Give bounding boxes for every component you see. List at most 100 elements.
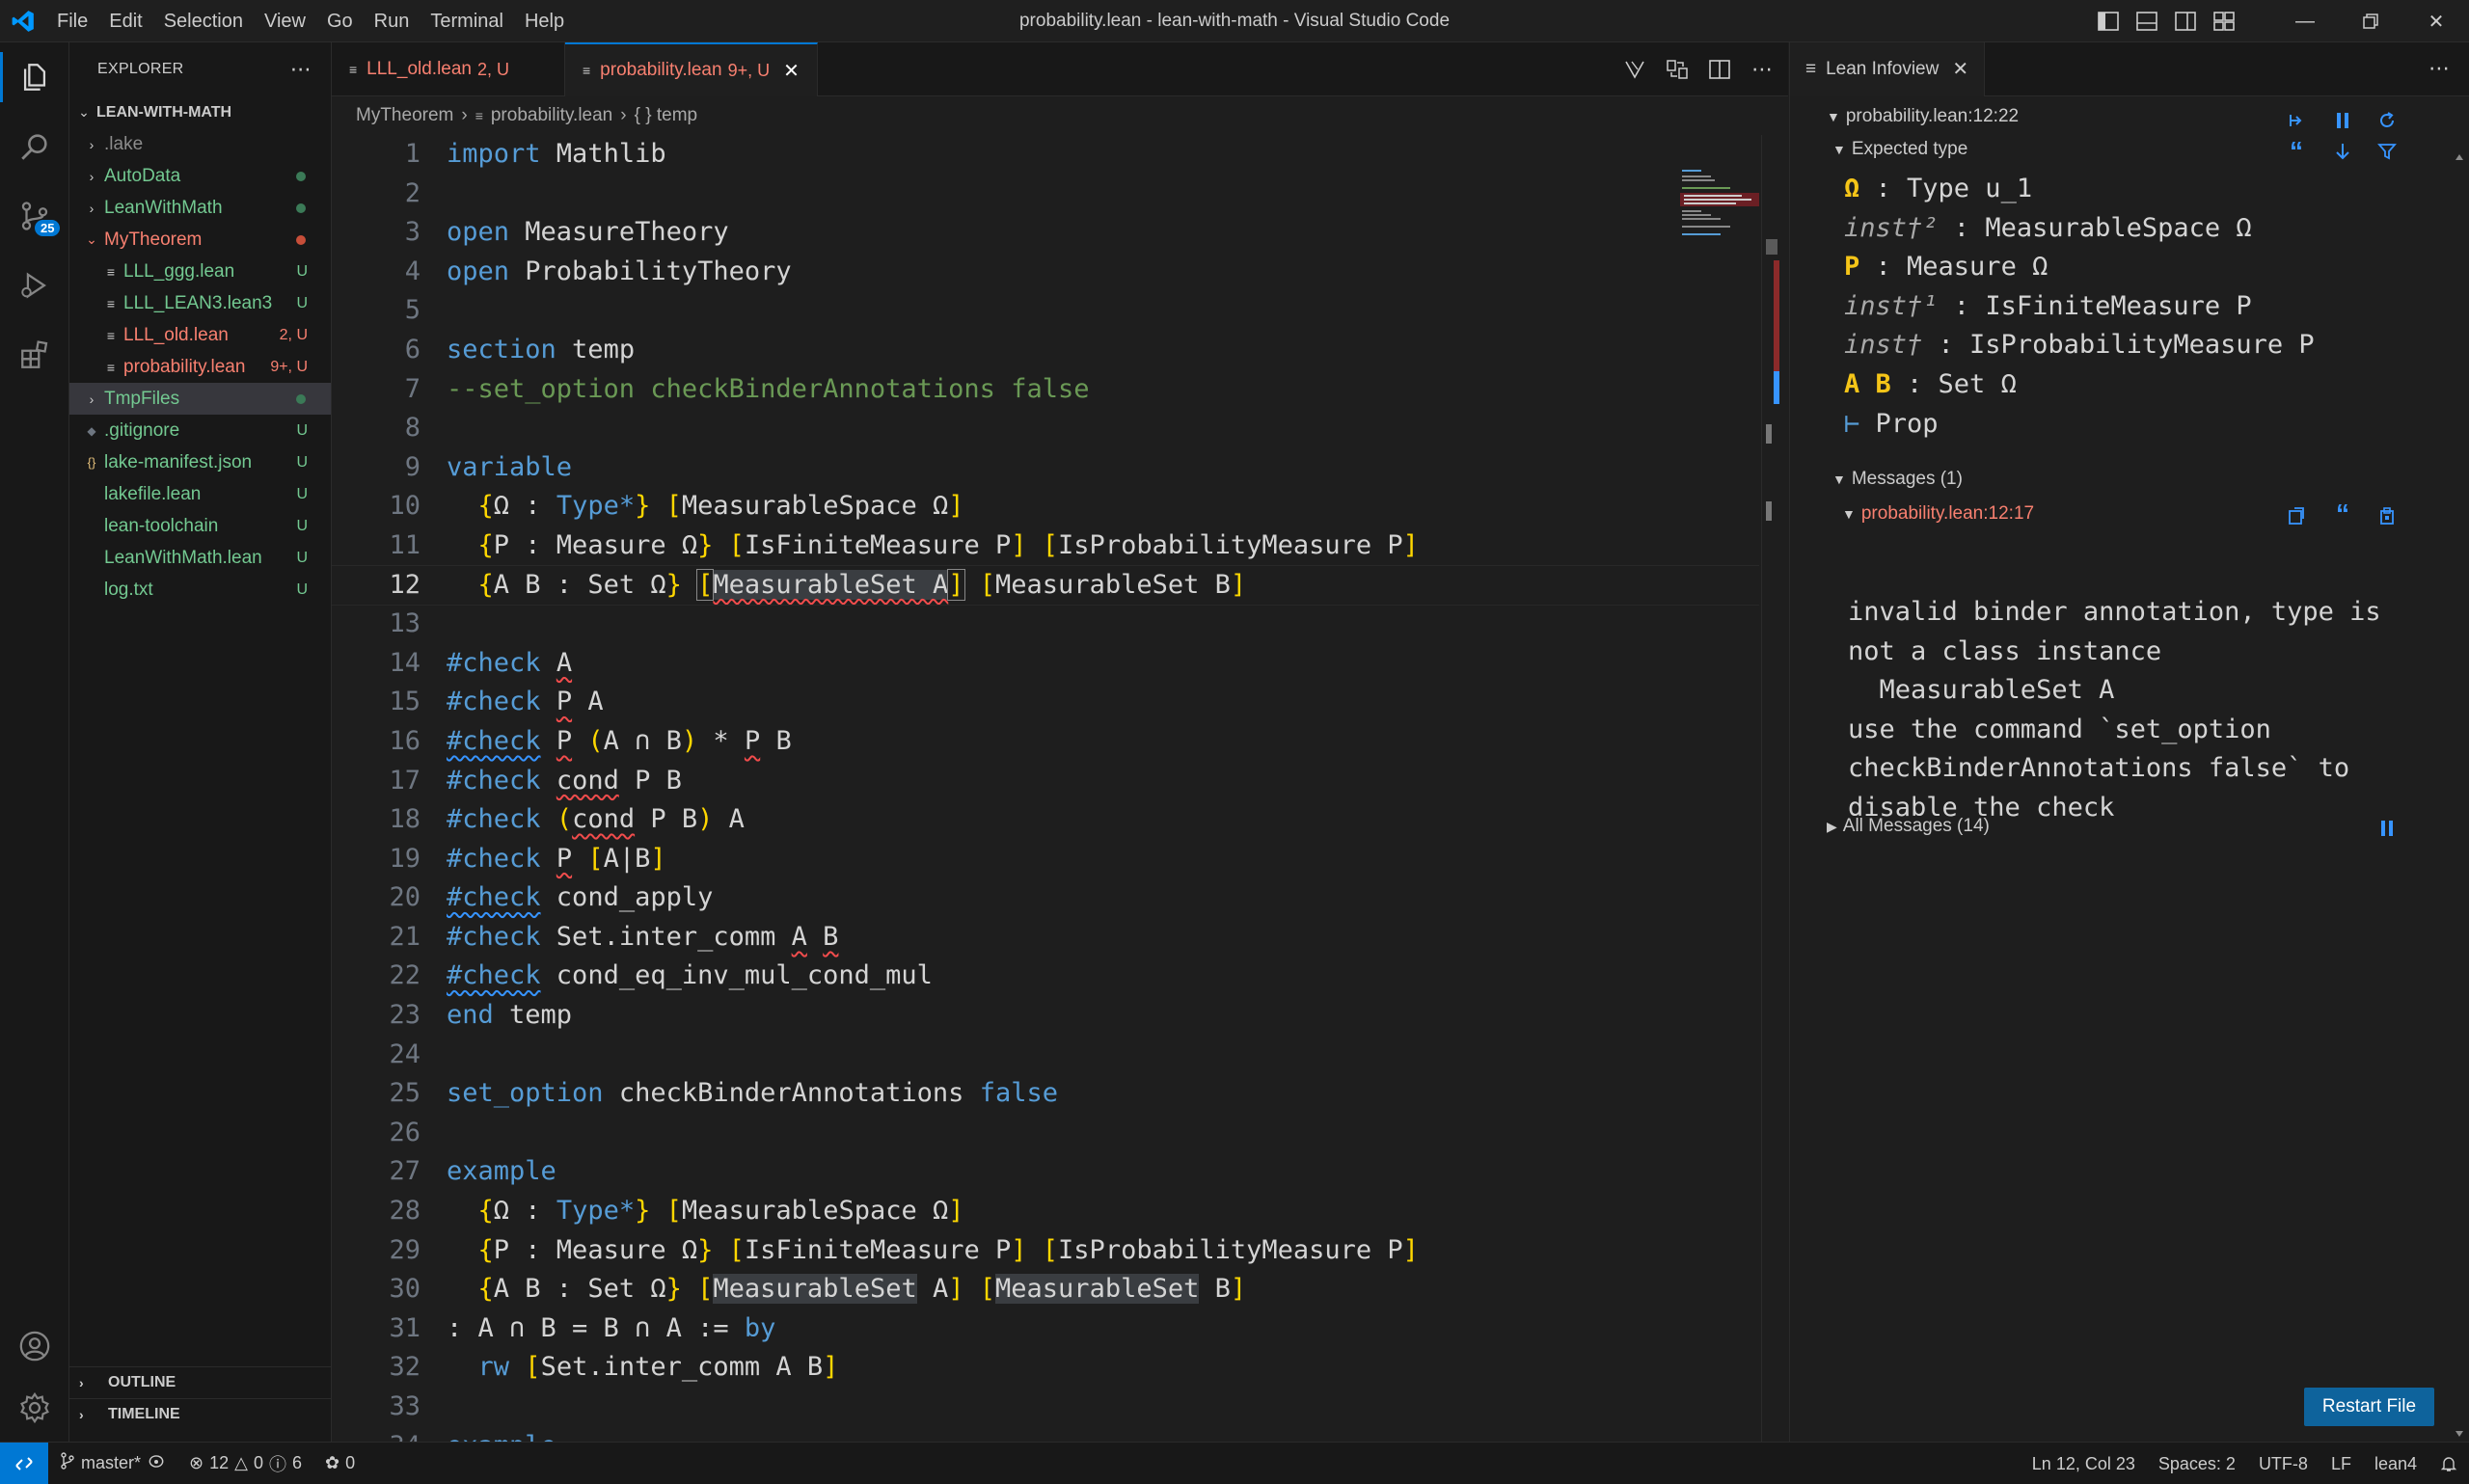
pause-icon[interactable] — [2328, 106, 2357, 135]
tree-item-label: .lake — [104, 133, 144, 154]
menu-run[interactable]: Run — [364, 0, 421, 42]
goal-hypothesis[interactable]: Ω : Type u_1 — [1844, 174, 2032, 203]
goal-position: probability.lean:12:22 — [1845, 106, 2020, 126]
tree-item[interactable]: ≡ LLL_ggg.lean U — [69, 256, 331, 287]
go-to-location-icon[interactable] — [2282, 501, 2311, 530]
more-actions-icon[interactable]: ⋯ — [1744, 51, 1780, 88]
goal-hypothesis[interactable]: inst†¹ : IsFiniteMeasure P — [1844, 291, 2252, 321]
ports-indicator[interactable]: ✿ 0 — [313, 1443, 366, 1484]
all-messages-header[interactable]: ▶ All Messages (14) — [1827, 816, 1990, 837]
customize-layout-icon[interactable] — [2205, 0, 2243, 42]
tab-lll-old[interactable]: ≡ LLL_old.lean 2, U — [332, 42, 565, 96]
explorer-icon[interactable] — [0, 42, 69, 112]
goal-hypothesis[interactable]: A B : Set Ω — [1844, 369, 2017, 399]
extensions-icon[interactable] — [0, 320, 69, 390]
problems-indicator[interactable]: ⊗ 12 △ 0 ⓘ 6 — [177, 1443, 313, 1484]
pause-icon[interactable] — [2373, 814, 2401, 843]
menu-help[interactable]: Help — [514, 0, 575, 42]
hypothesis-name: P — [1844, 252, 1860, 283]
tree-item[interactable]: {} lake-manifest.json U — [69, 446, 331, 478]
warning-count: 0 — [253, 1453, 263, 1472]
filter-icon[interactable] — [2373, 137, 2401, 166]
indentation[interactable]: Spaces: 2 — [2147, 1443, 2247, 1484]
tree-item[interactable]: › TmpFiles — [69, 383, 331, 415]
messages-header[interactable]: ▼ Messages (1) — [1832, 469, 1963, 490]
goal-hypothesis[interactable]: inst† : IsProbabilityMeasure P — [1844, 330, 2315, 360]
message-location-header[interactable]: ▼ probability.lean:12:17 — [1842, 503, 2034, 525]
tree-item[interactable]: ≡ LLL_old.lean 2, U — [69, 319, 331, 351]
notifications-bell-icon[interactable] — [2428, 1443, 2469, 1484]
breadcrumb-file[interactable]: probability.lean — [491, 105, 612, 126]
menu-selection[interactable]: Selection — [153, 0, 254, 42]
end-of-line[interactable]: LF — [2320, 1443, 2363, 1484]
line-number: 27 — [389, 1156, 421, 1187]
menu-terminal[interactable]: Terminal — [420, 0, 514, 42]
line-number: 6 — [404, 334, 421, 364]
language-mode[interactable]: lean4 — [2363, 1443, 2428, 1484]
pin-icon[interactable] — [2282, 106, 2311, 135]
tree-item[interactable]: log.txt U — [69, 574, 331, 606]
tree-item[interactable]: ≡ probability.lean 9+, U — [69, 351, 331, 383]
restore-icon[interactable] — [2338, 0, 2403, 42]
close-icon[interactable]: ✕ — [2403, 0, 2469, 42]
tree-item[interactable]: › AutoData — [69, 160, 331, 192]
workspace-root[interactable]: ⌄ LEAN-WITH-MATH — [69, 96, 331, 128]
tree-item[interactable]: ◆ .gitignore U — [69, 415, 331, 446]
goal-position-header[interactable]: ▼ probability.lean:12:22 — [1827, 106, 2019, 127]
branch-indicator[interactable]: master* — [48, 1443, 177, 1484]
tree-item[interactable]: ≡ LLL_LEAN3.lean3 U — [69, 287, 331, 319]
more-actions-icon[interactable]: ⋯ — [290, 57, 312, 82]
settings-gear-icon[interactable] — [0, 1373, 69, 1443]
toggle-panel-icon[interactable] — [2128, 0, 2166, 42]
goal-hypothesis[interactable]: inst†² : MeasurableSpace Ω — [1844, 213, 2252, 243]
goal-hypothesis[interactable]: ⊢ Prop — [1844, 409, 1939, 439]
breadcrumb-folder[interactable]: MyTheorem — [356, 105, 453, 126]
menu-go[interactable]: Go — [316, 0, 364, 42]
tree-item[interactable]: › LeanWithMath — [69, 192, 331, 224]
lean-filter-icon[interactable] — [1616, 51, 1653, 88]
minimize-icon[interactable]: — — [2272, 0, 2338, 42]
cursor-position[interactable]: Ln 12, Col 23 — [2021, 1443, 2147, 1484]
minimap[interactable] — [1680, 168, 1759, 245]
tree-item[interactable]: lakefile.lean U — [69, 478, 331, 510]
encoding[interactable]: UTF-8 — [2247, 1443, 2320, 1484]
close-tab-icon[interactable]: ✕ — [1952, 57, 1968, 81]
tree-item[interactable]: lean-toolchain U — [69, 510, 331, 542]
copy-to-comment-icon[interactable]: “ — [2282, 136, 2311, 166]
close-tab-icon[interactable]: ✕ — [783, 59, 800, 83]
split-editor-icon[interactable] — [1701, 51, 1738, 88]
tree-item[interactable]: › .lake — [69, 128, 331, 160]
tab-lean-infoview[interactable]: ≡ Lean Infoview ✕ — [1790, 41, 1986, 96]
goal-hypothesis[interactable]: P : Measure Ω — [1844, 252, 2048, 282]
sync-icon[interactable] — [147, 1453, 166, 1473]
arrow-down-icon[interactable] — [2328, 137, 2357, 166]
code-editor[interactable]: 1 import Mathlib 2 3 open MeasureTheory 4o… — [332, 135, 1759, 1442]
restart-file-button[interactable]: Restart File — [2304, 1388, 2434, 1426]
refresh-icon[interactable] — [2373, 106, 2401, 135]
timeline-section[interactable]: › TIMELINE — [69, 1398, 332, 1430]
remote-indicator-icon[interactable] — [0, 1442, 48, 1484]
menu-edit[interactable]: Edit — [98, 0, 152, 42]
tree-item[interactable]: ⌄ MyTheorem — [69, 224, 331, 256]
breadcrumb-symbol[interactable]: { } temp — [635, 105, 698, 126]
menu-file[interactable]: File — [46, 0, 98, 42]
expected-type-header[interactable]: ▼ Expected type — [1832, 139, 1967, 160]
message-location[interactable]: probability.lean:12:17 — [1861, 503, 2034, 525]
search-icon[interactable] — [0, 112, 69, 181]
outline-section[interactable]: › OUTLINE — [69, 1366, 332, 1398]
compare-changes-icon[interactable] — [1659, 51, 1696, 88]
copy-to-comment-icon[interactable]: “ — [2328, 499, 2357, 528]
tab-probability[interactable]: ≡ probability.lean 9+, U ✕ — [565, 42, 818, 96]
toggle-primary-sidebar-icon[interactable] — [2089, 0, 2128, 42]
editor-scrollbar[interactable] — [1761, 135, 1788, 1442]
more-actions-icon[interactable]: ⋯ — [2428, 56, 2450, 81]
run-debug-icon[interactable] — [0, 251, 69, 320]
infoview-scrollbar[interactable] — [2453, 154, 2466, 1437]
toggle-secondary-sidebar-icon[interactable] — [2166, 0, 2205, 42]
tree-item[interactable]: LeanWithMath.lean U — [69, 542, 331, 574]
menu-view[interactable]: View — [254, 0, 316, 42]
git-status: U — [296, 517, 308, 534]
pin-message-icon[interactable] — [2373, 501, 2401, 530]
source-control-icon[interactable]: 25 — [0, 181, 69, 251]
accounts-icon[interactable] — [0, 1311, 69, 1381]
